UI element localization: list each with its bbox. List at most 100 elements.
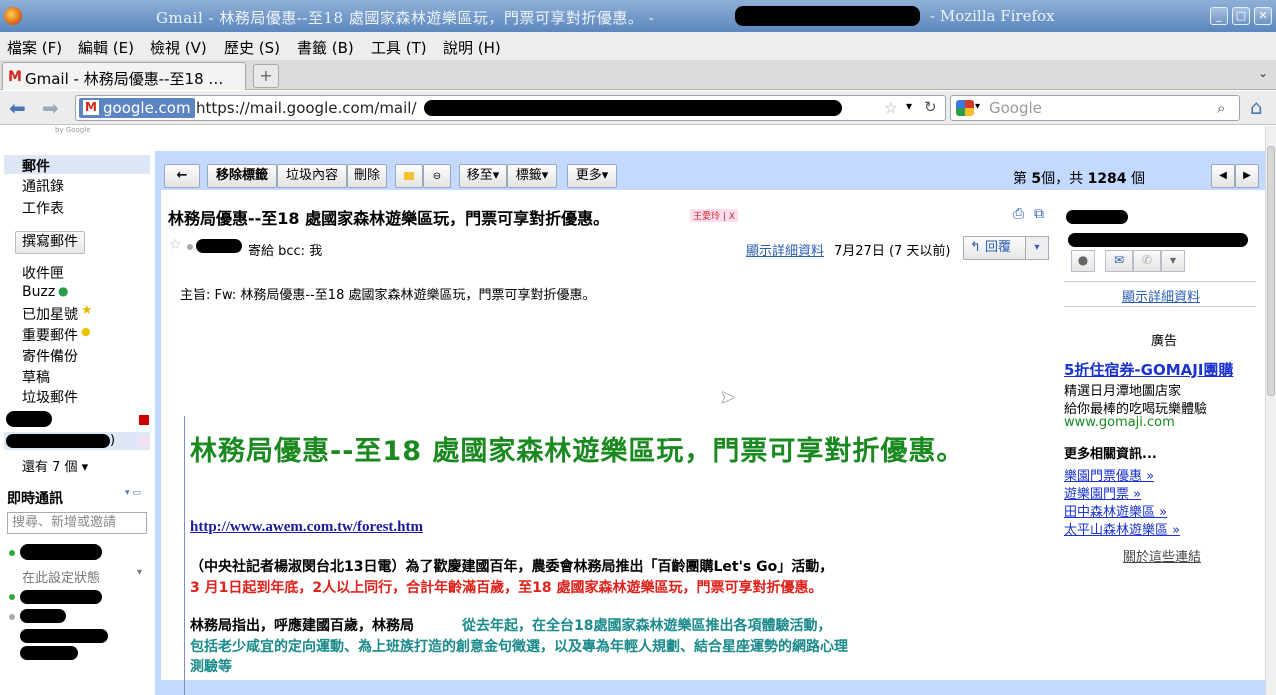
pager-mid: 個，共 — [1041, 171, 1084, 187]
contact-details-link[interactable]: 顯示詳細資料 — [1122, 286, 1200, 305]
newer-conversation-icon[interactable]: ◀ — [1211, 164, 1235, 188]
home-icon[interactable]: ⌂ — [1250, 95, 1272, 119]
folder-starred[interactable]: 已加星號 — [22, 304, 78, 324]
mark-unimportant-button[interactable]: ⊖ — [423, 164, 451, 188]
message-date: 7月27日 (7 天以前) — [834, 244, 951, 259]
online-status-icon — [9, 594, 15, 600]
delete-button[interactable]: 刪除 — [347, 164, 387, 188]
menu-view[interactable]: 檢視 (V) — [150, 37, 207, 58]
nav-mail[interactable]: 郵件 — [22, 156, 50, 176]
tab-label: Gmail - 林務局優惠--至18 … — [25, 70, 224, 88]
report-spam-button[interactable]: 垃圾內容 — [277, 164, 347, 188]
tab-list-chevron-icon[interactable]: ⌄ — [1258, 66, 1268, 80]
related-link[interactable]: 太平山森林遊樂區 » — [1064, 519, 1180, 538]
menu-history[interactable]: 歷史 (S) — [224, 37, 280, 58]
back-to-inbox-button[interactable]: ← — [164, 164, 200, 188]
search-binoculars-icon[interactable]: ⌕ — [1217, 99, 1225, 117]
close-icon[interactable]: ✕ — [1254, 7, 1272, 25]
contact-menu-icon[interactable]: ▾ — [1161, 250, 1185, 272]
show-details-link[interactable]: 顯示詳細資料 — [746, 240, 824, 259]
older-conversation-icon[interactable]: ▶ — [1235, 164, 1259, 188]
engine-dropdown-icon[interactable]: ▾ — [975, 101, 980, 112]
folder-spam[interactable]: 垃圾郵件 — [22, 387, 78, 407]
more-labels-link[interactable]: 還有 7 個 ▾ — [22, 456, 88, 475]
source-link[interactable]: http://www.awem.com.tw/forest.htm — [190, 519, 423, 536]
related-link[interactable]: 樂園門票優惠 » — [1064, 465, 1154, 484]
search-engine-icon[interactable] — [956, 100, 974, 116]
firefox-logo-icon — [4, 7, 22, 25]
reply-label: 回覆 — [985, 240, 1012, 255]
email-icon[interactable]: ✉ — [1105, 250, 1133, 272]
bookmark-star-icon[interactable]: ☆ — [884, 99, 897, 117]
about-links[interactable]: 關於這些連結 — [1123, 546, 1201, 565]
related-link[interactable]: 田中森林遊樂區 » — [1064, 501, 1167, 520]
menu-bookmarks[interactable]: 書籤 (B) — [297, 37, 354, 58]
mark-important-button[interactable] — [395, 164, 423, 188]
label-color-swatch[interactable] — [139, 415, 149, 425]
menu-tools[interactable]: 工具 (T) — [371, 37, 427, 58]
divider — [1064, 306, 1256, 307]
recipient-line: 寄給 bcc: 我 — [248, 244, 323, 259]
gmail-favicon-icon: M — [83, 100, 99, 115]
buzz-icon: ● — [58, 284, 69, 298]
important-marker-icon — [404, 172, 414, 180]
tab-gmail[interactable]: M Gmail - 林務局優惠--至18 … — [2, 62, 246, 90]
window-titlebar: Gmail - 林務局優惠--至18 處國家森林遊樂區玩，門票可享對折優惠。 -… — [0, 0, 1276, 32]
nav-contacts[interactable]: 通訊錄 — [22, 176, 64, 196]
paragraph-2-line3: 測驗等 — [190, 659, 232, 675]
new-window-icon[interactable]: ⧉ — [1034, 206, 1044, 222]
message-subject: 林務局優惠--至18 處國家森林遊樂區玩，門票可享對折優惠。 — [168, 209, 610, 228]
menu-help[interactable]: 說明 (H) — [443, 37, 501, 58]
ad-url[interactable]: www.gomaji.com — [1064, 415, 1175, 430]
menu-file[interactable]: 檔案 (F) — [7, 37, 62, 58]
status-dropdown-icon[interactable]: ▾ — [137, 567, 142, 578]
remove-label-button[interactable]: 移除標籤 — [207, 164, 277, 188]
reload-icon[interactable]: ↻ — [924, 98, 937, 116]
folder-buzz[interactable]: Buzz — [22, 284, 55, 300]
compose-button[interactable]: 撰寫郵件 — [15, 231, 85, 254]
forward-arrow-icon[interactable]: ➡ — [42, 96, 59, 120]
related-link[interactable]: 遊樂園門票 » — [1064, 483, 1141, 502]
print-icon[interactable]: ⎙ — [1013, 206, 1024, 222]
reply-more-icon[interactable]: ▾ — [1025, 236, 1049, 260]
related-heading: 更多相關資訊... — [1064, 447, 1157, 462]
pager-total: 1284 — [1087, 171, 1127, 187]
folder-inbox[interactable]: 收件匣 — [22, 263, 64, 283]
label-color-swatch[interactable] — [139, 436, 149, 446]
quote-bar — [184, 416, 185, 695]
navigation-bar: ⬅ ➡ M google.com https://mail.google.com… — [0, 91, 1276, 125]
nav-tasks[interactable]: 工作表 — [22, 198, 64, 218]
more-actions-button[interactable]: 更多▾ — [567, 164, 617, 188]
reply-button[interactable]: ↰ 回覆 — [963, 236, 1026, 260]
labels-button[interactable]: 標籤▾ — [507, 164, 557, 188]
window-title: Gmail - 林務局優惠--至18 處國家森林遊樂區玩，門票可享對折優惠。 - — [156, 9, 655, 27]
set-status-link[interactable]: 在此設定狀態 — [22, 567, 100, 586]
url-bar[interactable]: M google.com https://mail.google.com/mai… — [75, 95, 946, 121]
menu-edit[interactable]: 編輯 (E) — [78, 37, 134, 58]
chat-menu-icon[interactable]: ▾ ▭ — [125, 488, 141, 498]
history-dropdown-icon[interactable]: ▾ — [906, 99, 912, 113]
ad-title-link[interactable]: 5折住宿券-GOMAJI團購 — [1064, 359, 1233, 380]
move-to-button[interactable]: 移至▾ — [459, 164, 507, 188]
chat-bubble-icon[interactable]: ● — [1071, 250, 1095, 272]
chat-search-input[interactable]: 搜尋、新增或邀請 — [7, 512, 147, 534]
pager-suffix: 個 — [1131, 171, 1145, 187]
new-tab-button[interactable]: + — [253, 64, 279, 88]
phone-icon[interactable]: ✆ — [1133, 250, 1161, 272]
search-bar[interactable]: ▾ Google ⌕ — [950, 95, 1240, 121]
folder-drafts[interactable]: 草稿 — [22, 367, 50, 387]
body-headline: 林務局優惠--至18 處國家森林遊樂區玩，門票可享對折優惠。 — [190, 436, 965, 467]
page-scrollbar[interactable] — [1265, 126, 1276, 695]
scrollbar-thumb[interactable] — [1267, 146, 1275, 396]
paragraph-2-intro: 林務局指出，呼應建國百歲，林務局 — [190, 618, 414, 634]
star-toggle-icon[interactable]: ☆ — [169, 237, 182, 253]
star-icon: ★ — [81, 303, 93, 318]
minimize-icon[interactable]: _ — [1210, 7, 1228, 25]
back-arrow-icon[interactable]: ⬅ — [9, 96, 26, 120]
paragraph-1-highlight: 3 月1日起到年底，2人以上同行，合計年齡滿百歲，至18 處國家森林遊樂區玩，門… — [190, 580, 823, 596]
folder-important[interactable]: 重要郵件 — [22, 325, 78, 345]
folder-sent[interactable]: 寄件備份 — [22, 346, 78, 366]
label-chip[interactable]: 王愛玲 | X — [690, 209, 738, 222]
maximize-icon[interactable]: □ — [1232, 7, 1250, 25]
site-identity-button[interactable]: M google.com — [79, 98, 195, 118]
